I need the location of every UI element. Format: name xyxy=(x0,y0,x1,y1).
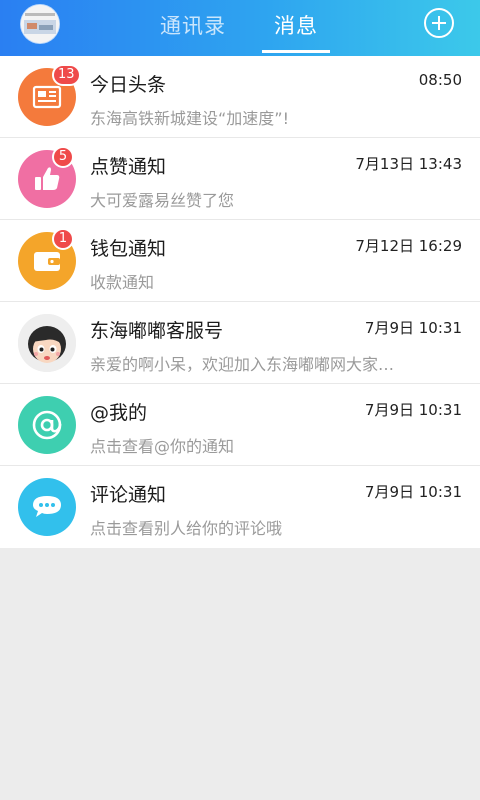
tab-messages[interactable]: 消息 xyxy=(274,10,318,40)
message-title: @我的 xyxy=(90,402,148,424)
message-preview: 大可爱露易丝赞了您 xyxy=(90,191,235,210)
active-tab-indicator xyxy=(262,50,330,53)
message-preview: 收款通知 xyxy=(90,273,155,292)
cartoon-avatar-icon xyxy=(18,314,76,372)
message-time: 7月9日 10:31 xyxy=(364,319,462,337)
message-preview: 点击查看别人给你的评论哦 xyxy=(90,519,283,538)
message-time: 7月9日 10:31 xyxy=(364,483,462,501)
message-row-service[interactable]: 东海嘟嘟客服号 7月9日 10:31 亲爱的啊小呆，欢迎加入东海嘟嘟网大家… xyxy=(0,302,480,384)
message-row-mentions[interactable]: @我的 7月9日 10:31 点击查看@你的通知 xyxy=(0,384,480,466)
header-bar: 通讯录 消息 xyxy=(0,0,480,56)
message-title: 今日头条 xyxy=(90,74,167,96)
message-list: 13 今日头条 08:50 东海高铁新城建设“加速度”! 5 点赞通知 7月13… xyxy=(0,56,480,548)
message-time: 7月12日 16:29 xyxy=(355,237,462,255)
message-preview: 点击查看@你的通知 xyxy=(90,437,235,456)
message-time: 7月9日 10:31 xyxy=(364,401,462,419)
top-tabs: 通讯录 消息 xyxy=(0,0,480,56)
message-time: 7月13日 13:43 xyxy=(355,155,462,173)
tab-contacts[interactable]: 通讯录 xyxy=(160,10,226,40)
message-row-likes[interactable]: 5 点赞通知 7月13日 13:43 大可爱露易丝赞了您 xyxy=(0,138,480,220)
at-sign-icon xyxy=(18,396,76,454)
message-title: 点赞通知 xyxy=(90,156,167,178)
message-title: 钱包通知 xyxy=(90,238,167,260)
message-time: 08:50 xyxy=(418,71,462,89)
message-preview: 东海高铁新城建设“加速度”! xyxy=(90,109,289,128)
message-row-comments[interactable]: 评论通知 7月9日 10:31 点击查看别人给你的评论哦 xyxy=(0,466,480,548)
message-preview: 亲爱的啊小呆，欢迎加入东海嘟嘟网大家… xyxy=(90,355,395,374)
unread-badge: 13 xyxy=(52,64,81,86)
unread-badge: 1 xyxy=(52,228,74,250)
comment-bubble-icon xyxy=(18,478,76,536)
unread-badge: 5 xyxy=(52,146,74,168)
message-row-wallet[interactable]: 1 钱包通知 7月12日 16:29 收款通知 xyxy=(0,220,480,302)
message-title: 评论通知 xyxy=(90,484,167,506)
message-title: 东海嘟嘟客服号 xyxy=(90,320,224,342)
add-button[interactable] xyxy=(424,8,454,38)
message-row-toutiao[interactable]: 13 今日头条 08:50 东海高铁新城建设“加速度”! xyxy=(0,56,480,138)
